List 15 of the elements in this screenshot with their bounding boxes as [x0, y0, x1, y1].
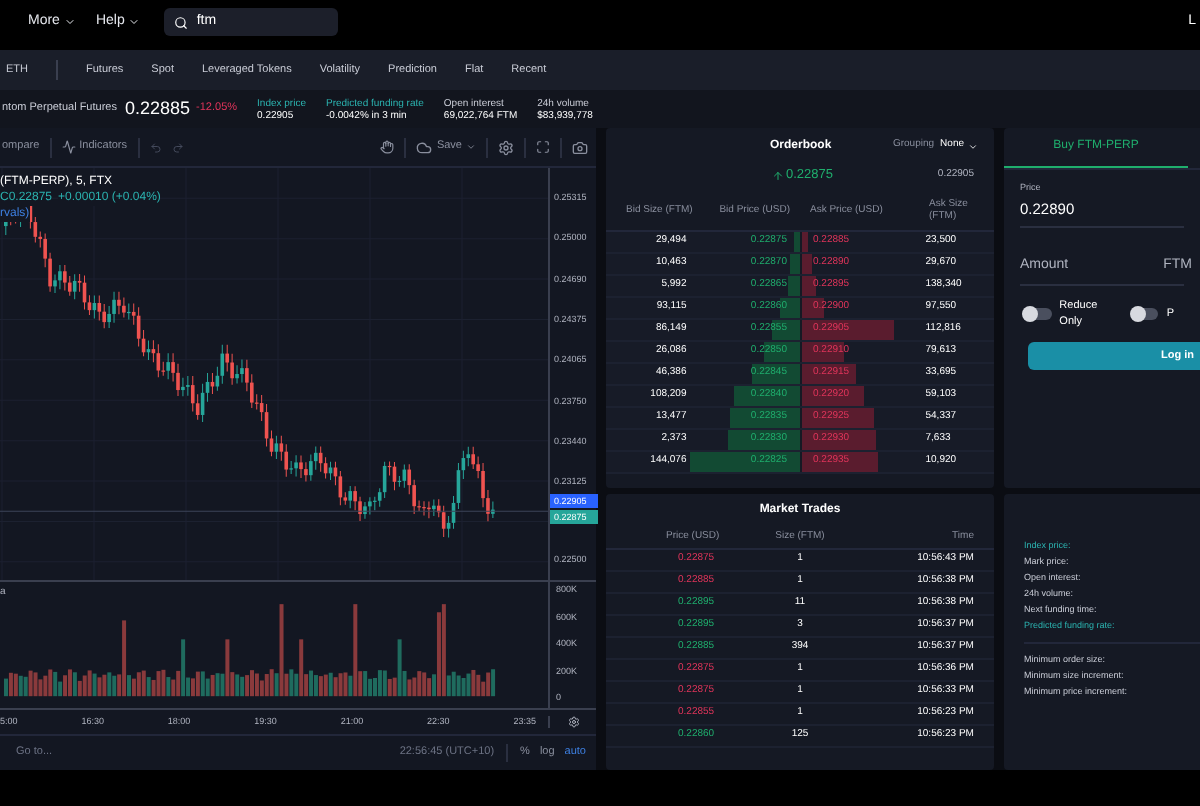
chevron-down-icon — [63, 16, 76, 28]
settings-icon[interactable] — [567, 716, 579, 728]
settings-icon[interactable] — [498, 139, 514, 155]
indicators-icon — [61, 140, 76, 154]
chevron-down-icon — [128, 16, 141, 28]
hand-icon[interactable] — [380, 140, 395, 154]
cloud-icon — [416, 139, 433, 155]
chevron-down-icon — [968, 141, 978, 151]
market-price: 0.22885 — [124, 95, 191, 122]
chevron-down-icon — [466, 142, 476, 152]
camera-icon[interactable] — [572, 139, 588, 155]
toggle-switch[interactable] — [1131, 307, 1159, 320]
toggle-switch[interactable] — [1024, 307, 1052, 320]
search-icon — [174, 15, 189, 29]
fullscreen-icon[interactable] — [536, 140, 550, 154]
